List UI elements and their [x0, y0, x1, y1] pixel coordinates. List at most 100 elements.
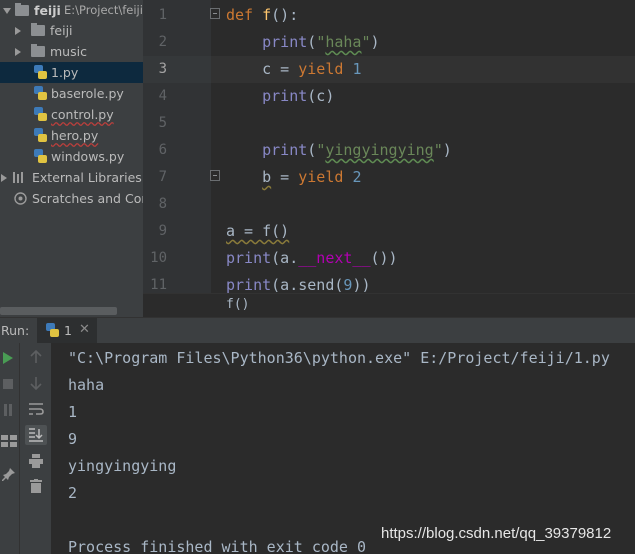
code-token: def — [226, 6, 254, 24]
code-token: ( — [307, 141, 317, 159]
code-editor[interactable]: 1 2 3 4 5 6 7 8 9 10 11 def f(): print("haha") c =… — [143, 0, 635, 317]
run-console[interactable]: "C:\Program Files\Python36\python.exe" E… — [51, 343, 635, 554]
console-line: "C:\Program Files\Python36\python.exe" E… — [68, 349, 610, 367]
tree-file-baserole[interactable]: baserole.py — [0, 83, 143, 104]
tree-file-1py[interactable]: 1.py — [0, 62, 143, 83]
code-token: yield — [298, 168, 344, 186]
fold-icon[interactable] — [210, 8, 220, 19]
line-number: 2 — [158, 34, 167, 50]
pin-icon[interactable] — [2, 467, 16, 481]
line-number: 3 — [158, 61, 167, 77]
console-line: haha — [68, 376, 105, 394]
code-token: " — [361, 33, 371, 51]
tree-file-windows[interactable]: windows.py — [0, 146, 143, 167]
scroll-to-end-icon — [29, 428, 43, 442]
code-token: " — [433, 141, 443, 159]
code-token: (): — [271, 6, 299, 24]
code-token: (a.send( — [271, 276, 344, 294]
arrow-up-icon[interactable] — [30, 350, 42, 364]
run-toolbar-left — [0, 343, 19, 554]
code-token: yield — [298, 60, 344, 78]
folder-icon — [15, 3, 29, 16]
code-token: f — [262, 6, 272, 24]
tree-item-label: 1.py — [51, 65, 79, 80]
tree-folder-feiji[interactable]: feiji — [0, 20, 143, 41]
folder-icon — [31, 44, 45, 57]
code-line: print(a.__next__()) — [226, 245, 398, 272]
rerun-icon[interactable] — [2, 351, 14, 365]
console-line: yingyingying — [68, 457, 177, 475]
code-token: __next__ — [298, 249, 371, 267]
code-token: print — [262, 87, 308, 105]
chevron-right-icon[interactable] — [15, 27, 21, 35]
code-token: a = f() — [226, 222, 290, 240]
line-number: 9 — [158, 223, 167, 239]
stop-icon[interactable] — [3, 379, 13, 389]
code-token: yingyingying — [325, 141, 434, 159]
current-line-highlight — [143, 56, 635, 83]
folder-icon — [31, 23, 45, 36]
close-icon[interactable]: ✕ — [79, 322, 90, 337]
project-root-name: feiji — [34, 3, 61, 18]
python-file-icon — [34, 149, 47, 164]
console-line: 2 — [68, 484, 78, 502]
project-root[interactable]: feiji E:\Project\feiji — [0, 0, 143, 21]
console-line: 9 — [68, 430, 78, 448]
code-token: )) — [352, 276, 371, 294]
project-tree: feiji E:\Project\feiji feiji music 1.py … — [0, 0, 143, 317]
code-line: b = yield 2 — [226, 164, 361, 191]
line-number: 1 — [158, 7, 167, 23]
console-line: Process finished with exit code 0 — [68, 538, 367, 554]
code-token: c = — [226, 60, 299, 78]
tree-item-label: External Libraries — [32, 170, 142, 185]
line-number: 5 — [158, 115, 167, 131]
tree-file-control[interactable]: control.py — [0, 104, 143, 125]
python-file-icon — [34, 128, 47, 143]
code-token: " — [316, 33, 326, 51]
scratches-icon — [14, 192, 27, 205]
code-token: ( — [307, 33, 317, 51]
print-icon[interactable] — [29, 454, 43, 468]
tree-item-label: Scratches and Consoles — [32, 191, 143, 206]
arrow-down-icon[interactable] — [30, 376, 42, 390]
breadcrumb-item[interactable]: f() — [226, 297, 249, 312]
chevron-right-icon[interactable] — [15, 48, 21, 56]
tree-item-label: feiji — [50, 23, 73, 38]
code-line: print("haha") — [226, 29, 380, 56]
run-panel-header: Run: 1 ✕ — [0, 317, 635, 343]
soft-wrap-icon[interactable] — [28, 402, 44, 416]
code-token: ) — [370, 33, 380, 51]
line-number: 10 — [150, 250, 167, 266]
fold-icon[interactable] — [210, 170, 220, 181]
chevron-right-icon[interactable] — [1, 174, 7, 182]
chevron-down-icon[interactable] — [3, 8, 11, 14]
project-root-path: E:\Project\feiji — [64, 3, 143, 17]
watermark: https://blog.csdn.net/qq_39379812 — [381, 525, 612, 542]
tree-item-label: hero.py — [51, 128, 99, 143]
code-token: 2 — [352, 168, 362, 186]
line-number: 6 — [158, 142, 167, 158]
line-number: 8 — [158, 196, 167, 212]
tree-file-hero[interactable]: hero.py — [0, 125, 143, 146]
code-token: haha — [325, 33, 362, 51]
code-token: (c) — [307, 87, 335, 105]
tree-external-libraries[interactable]: External Libraries — [0, 167, 143, 188]
pause-icon[interactable] — [3, 404, 13, 416]
code-token: ()) — [370, 249, 398, 267]
trash-icon[interactable] — [30, 479, 42, 493]
code-line: print(c) — [226, 83, 334, 110]
run-label: Run: — [1, 323, 30, 338]
python-file-icon — [34, 107, 47, 122]
horizontal-scrollbar[interactable] — [0, 307, 117, 315]
code-token: 1 — [352, 60, 362, 78]
run-tab[interactable]: 1 ✕ — [37, 318, 97, 343]
tree-scratches[interactable]: Scratches and Consoles — [0, 188, 143, 209]
layout-icon[interactable] — [1, 435, 17, 447]
breadcrumb[interactable]: f() — [143, 293, 635, 317]
tree-item-label: music — [50, 44, 87, 59]
scroll-to-end-toggle[interactable] — [25, 425, 47, 445]
tree-folder-music[interactable]: music — [0, 41, 143, 62]
python-file-icon — [34, 86, 47, 101]
